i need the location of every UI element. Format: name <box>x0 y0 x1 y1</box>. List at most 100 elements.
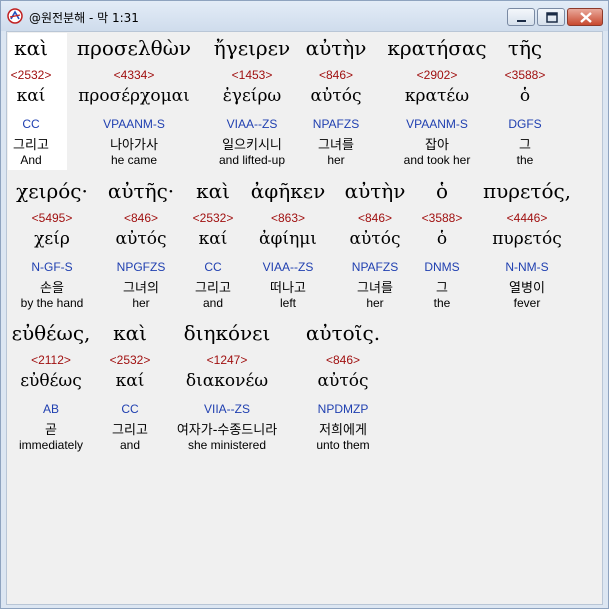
greek-word[interactable]: τῆς <box>508 36 542 60</box>
window-title: @원전분해 - 막 1:31 <box>29 11 139 25</box>
strongs-number[interactable]: <846> <box>319 68 353 82</box>
morphology-code: VIIA--ZS <box>203 402 251 416</box>
strongs-number[interactable]: <846> <box>326 353 360 367</box>
english-gloss: her <box>366 296 384 310</box>
strongs-number[interactable]: <3588> <box>505 68 546 82</box>
korean-gloss: 여자가-수종드니라 <box>176 423 278 438</box>
english-gloss: by the hand <box>20 296 84 310</box>
strongs-number[interactable]: <3588> <box>422 211 463 225</box>
korean-gloss: 곧 <box>45 423 57 438</box>
greek-word[interactable]: ὁ <box>436 179 448 203</box>
minimize-button[interactable] <box>507 8 535 26</box>
korean-gloss: 그리고 <box>13 138 49 153</box>
greek-word[interactable]: καὶ <box>196 179 230 203</box>
english-gloss: the <box>433 296 451 310</box>
lemma: αὐτός <box>115 229 167 249</box>
korean-gloss: 나아가사 <box>110 138 158 153</box>
strongs-number[interactable]: <2112> <box>31 353 71 367</box>
lemma: αὐτός <box>349 229 401 249</box>
lemma: αὐτός <box>317 371 369 391</box>
interlinear-panel: καὶ <2532> καί CC 그리고 And προσελθὼν <4334> προσέ… <box>6 31 603 605</box>
english-gloss: left <box>279 296 297 310</box>
english-gloss: and <box>202 296 224 310</box>
korean-gloss: 떠나고 <box>270 281 306 296</box>
english-gloss: her <box>327 153 345 167</box>
lemma: εὐθέως <box>20 371 82 391</box>
morphology-code: NPAFZS <box>312 117 360 131</box>
strongs-number[interactable]: <1453> <box>232 68 273 82</box>
korean-gloss: 그 <box>436 281 448 296</box>
morphology-code: VIAA--ZS <box>262 260 314 274</box>
morphology-code: VPAANM-S <box>103 117 165 131</box>
english-gloss: fever <box>513 296 541 310</box>
strongs-number[interactable]: <5495> <box>32 211 73 225</box>
morphology-code: VIAA--ZS <box>226 117 278 131</box>
korean-gloss: 그 <box>519 138 531 153</box>
english-gloss: and took her <box>403 153 471 167</box>
greek-word[interactable]: καὶ <box>14 36 48 60</box>
lemma: διακονέω <box>185 371 269 391</box>
english-gloss: the <box>516 153 534 167</box>
lemma: χείρ <box>34 229 70 249</box>
greek-word[interactable]: ἤγειρεν <box>214 36 290 60</box>
strongs-number[interactable]: <846> <box>124 211 158 225</box>
strongs-number[interactable]: <1247> <box>207 353 248 367</box>
korean-gloss: 그리고 <box>112 423 148 438</box>
morphology-code: NPGFZS <box>116 260 166 274</box>
korean-gloss: 손을 <box>40 281 64 296</box>
lemma: πυρετός <box>492 229 562 249</box>
korean-gloss: 그녀를 <box>318 138 354 153</box>
korean-gloss: 그녀를 <box>357 281 393 296</box>
lemma: καί <box>115 371 145 391</box>
strongs-number[interactable]: <846> <box>358 211 392 225</box>
greek-word[interactable]: ἀφῆκεν <box>251 179 326 203</box>
strongs-number[interactable]: <2532> <box>193 211 234 225</box>
lemma: ὁ <box>519 86 531 106</box>
greek-word[interactable]: κρατήσας <box>387 36 486 60</box>
minimize-icon <box>517 20 526 22</box>
korean-gloss: 그리고 <box>195 281 231 296</box>
korean-gloss: 그녀의 <box>123 281 159 296</box>
morphology-code: CC <box>121 402 139 416</box>
greek-word[interactable]: εὐθέως, <box>12 321 91 345</box>
greek-word[interactable]: προσελθὼν <box>77 36 191 60</box>
lemma: καί <box>16 86 46 106</box>
morphology-code: NPDMZP <box>317 402 369 416</box>
korean-gloss: 저희에게 <box>319 423 367 438</box>
english-gloss: she ministered <box>187 438 267 452</box>
greek-word[interactable]: διηκόνει <box>184 321 271 345</box>
maximize-icon <box>546 12 558 23</box>
strongs-number[interactable]: <4446> <box>507 211 548 225</box>
maximize-button[interactable] <box>537 8 565 26</box>
strongs-number[interactable]: <863> <box>271 211 305 225</box>
greek-word[interactable]: αὐτοῖς. <box>306 321 380 345</box>
greek-word[interactable]: αὐτῆς· <box>108 179 174 203</box>
korean-gloss: 열병이 <box>509 281 545 296</box>
morphology-code: NPAFZS <box>351 260 399 274</box>
morphology-code: DGFS <box>508 117 542 131</box>
app-logo-icon[interactable] <box>7 8 23 24</box>
lemma: ὁ <box>436 229 448 249</box>
strongs-number[interactable]: <2532> <box>11 68 52 82</box>
morphology-code: DNMS <box>424 260 460 274</box>
greek-word[interactable]: πυρετός, <box>483 179 571 203</box>
greek-word[interactable]: χειρός· <box>16 179 88 203</box>
lemma: ἐγείρω <box>222 86 282 106</box>
app-window: @원전분해 - 막 1:31 καὶ <2532> καί CC 그리고 And προσε… <box>0 0 609 609</box>
morphology-code: CC <box>22 117 40 131</box>
strongs-number[interactable]: <2532> <box>110 353 151 367</box>
lemma: προσέρχομαι <box>78 86 190 106</box>
english-gloss: and <box>119 438 141 452</box>
morphology-code: N-GF-S <box>31 260 73 274</box>
korean-gloss: 잡아 <box>425 138 449 153</box>
strongs-number[interactable]: <2902> <box>417 68 458 82</box>
lemma: ἀφίημι <box>259 229 317 249</box>
greek-word[interactable]: αὐτὴν <box>306 36 367 60</box>
lemma: κρατέω <box>404 86 470 106</box>
title-bar[interactable]: @원전분해 - 막 1:31 <box>1 1 608 31</box>
close-button[interactable] <box>567 8 603 26</box>
greek-word[interactable]: καὶ <box>113 321 147 345</box>
morphology-code: N-NM-S <box>505 260 549 274</box>
greek-word[interactable]: αὐτὴν <box>345 179 406 203</box>
strongs-number[interactable]: <4334> <box>114 68 155 82</box>
